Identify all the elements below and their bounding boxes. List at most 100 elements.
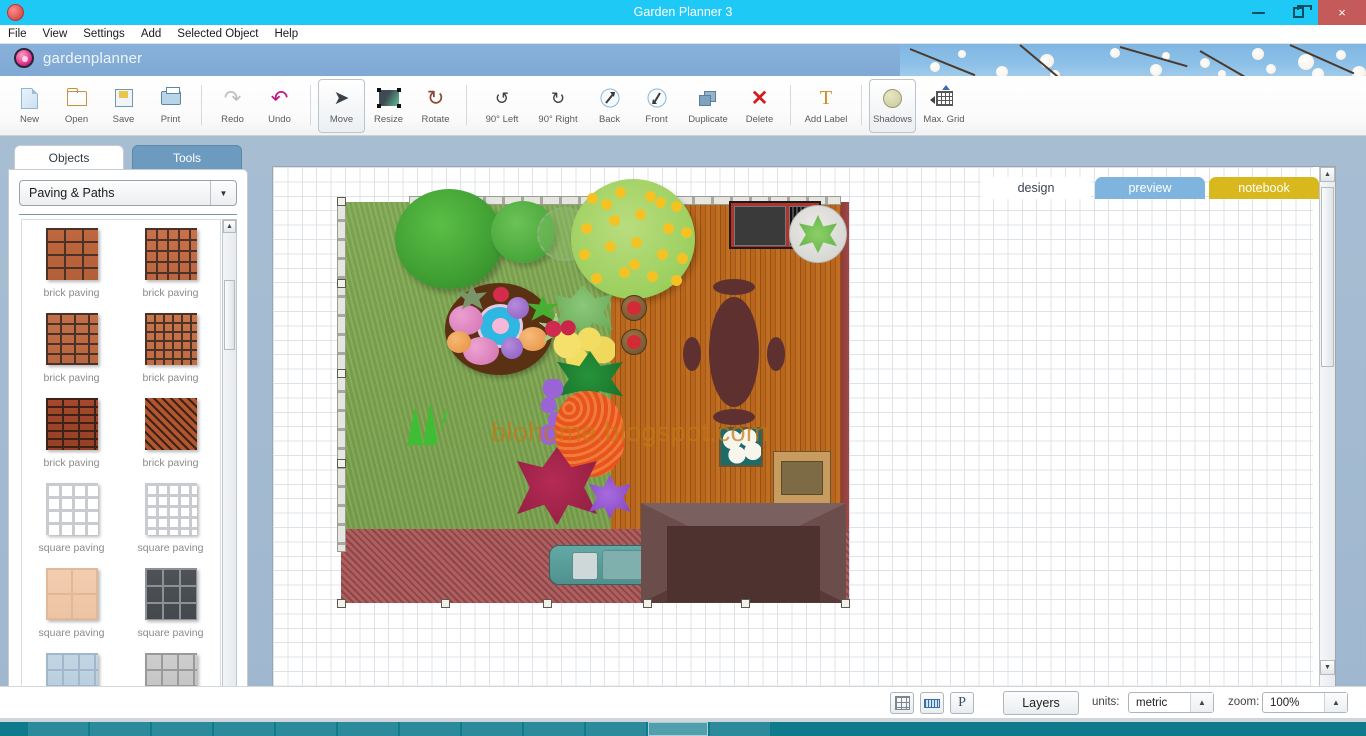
taskbar-item[interactable] (276, 722, 336, 736)
toolbar-button-redo[interactable]: ↷ Redo (209, 79, 256, 133)
tab-objects[interactable]: Objects (14, 145, 124, 169)
selection-handle[interactable] (643, 599, 652, 608)
taskbar-item[interactable] (524, 722, 584, 736)
canvas-scroll-down-button[interactable]: ▼ (1320, 660, 1335, 675)
grid-toggle-button[interactable] (890, 692, 914, 714)
selection-handle[interactable] (337, 279, 346, 288)
selection-handle[interactable] (337, 369, 346, 378)
object-item[interactable]: square paving (121, 568, 220, 639)
toolbar-button-print[interactable]: Print (147, 79, 194, 133)
units-select[interactable]: metric ▲ (1128, 692, 1214, 713)
menu-item-help[interactable]: Help (266, 25, 306, 44)
selection-handle[interactable] (543, 599, 552, 608)
taskbar-item[interactable] (214, 722, 274, 736)
taskbar-item[interactable] (648, 722, 708, 736)
flower-cluster-purple-a[interactable] (507, 297, 529, 319)
taskbar-item[interactable] (710, 722, 770, 736)
object-item[interactable]: brick paving (22, 228, 121, 299)
taskbar-item[interactable] (90, 722, 150, 736)
selection-handle[interactable] (441, 599, 450, 608)
redo-arrow-icon: ↷ (223, 86, 242, 110)
garden-plan-canvas[interactable]: blohome.blogspot.com (273, 167, 1313, 691)
menu-item-view[interactable]: View (35, 25, 76, 44)
toolbar-button-rotate[interactable]: ↻ Rotate (412, 79, 459, 133)
toolbar-button-undo[interactable]: ↶ Undo (256, 79, 303, 133)
flower-cluster-purple-b[interactable] (501, 337, 523, 359)
chair-top[interactable] (713, 279, 755, 295)
taskbar-item[interactable] (462, 722, 522, 736)
canvas-scroll-thumb[interactable] (1321, 187, 1334, 367)
maximize-button[interactable] (1278, 0, 1318, 25)
tree-yellow-flowering[interactable] (571, 179, 695, 299)
menu-item-selected-object[interactable]: Selected Object (169, 25, 266, 44)
garden-shed[interactable] (641, 503, 846, 603)
object-item-label: brick paving (43, 287, 100, 299)
selection-handle[interactable] (841, 599, 850, 608)
zoom-select[interactable]: 100% ▲ (1262, 692, 1348, 713)
scroll-up-button[interactable]: ▲ (223, 220, 236, 233)
rotate-arrows-icon: ↻ (426, 86, 445, 110)
brand-name: gardenplanner (43, 49, 143, 67)
oval-table[interactable] (709, 297, 759, 407)
object-list-scrollbar[interactable]: ▲ ▼ (222, 219, 237, 704)
flower-cluster-orange-a[interactable] (447, 331, 471, 353)
object-item[interactable]: brick paving (121, 313, 220, 384)
toolbar-button-move[interactable]: ➤ Move (318, 79, 365, 133)
toolbar-button-delete[interactable]: ✕ Delete (736, 79, 783, 133)
toolbar-button-shadows[interactable]: Shadows (869, 79, 916, 133)
flower-cluster-pink-a[interactable] (449, 305, 483, 335)
menu-item-file[interactable]: File (0, 25, 35, 44)
toolbar-button-back[interactable]: Back (586, 79, 633, 133)
tab-tools[interactable]: Tools (132, 145, 242, 169)
category-select[interactable]: Paving & Paths ▼ (19, 180, 237, 206)
chair-bottom[interactable] (713, 409, 755, 425)
toolbar-button-90-left[interactable]: ↺ 90° Left (474, 79, 530, 133)
plant-list-toggle-button[interactable]: P (950, 692, 974, 714)
toolbar-button-new[interactable]: New (6, 79, 53, 133)
flower-red-accents[interactable] (543, 319, 577, 341)
toolbar-button-save[interactable]: Save (100, 79, 147, 133)
object-item[interactable]: brick paving (121, 398, 220, 469)
toolbar-button-add-label[interactable]: T Add Label (798, 79, 854, 133)
ruler-toggle-button[interactable] (920, 692, 944, 714)
layers-button[interactable]: Layers (1003, 691, 1079, 715)
scroll-thumb[interactable] (224, 280, 235, 350)
units-spinner-icon[interactable]: ▲ (1190, 693, 1213, 712)
toolbar-button-90-right[interactable]: ↻ 90° Right (530, 79, 586, 133)
toolbar-button-duplicate[interactable]: Duplicate (680, 79, 736, 133)
taskbar-item[interactable] (400, 722, 460, 736)
taskbar-item[interactable] (152, 722, 212, 736)
chair-left[interactable] (683, 337, 701, 371)
zoom-spinner-icon[interactable]: ▲ (1324, 693, 1347, 712)
object-item[interactable]: square paving (22, 483, 121, 554)
menu-item-settings[interactable]: Settings (75, 25, 133, 44)
blossom-icon (1150, 64, 1162, 76)
selection-handle[interactable] (741, 599, 750, 608)
toolbar-button-front[interactable]: Front (633, 79, 680, 133)
selection-handle[interactable] (337, 197, 346, 206)
minimize-button[interactable] (1238, 0, 1278, 25)
selection-handle[interactable] (337, 599, 346, 608)
canvas-vertical-scrollbar[interactable]: ▲ ▼ (1319, 167, 1335, 691)
object-item[interactable]: brick paving (22, 313, 121, 384)
tree-large-green[interactable] (395, 189, 503, 289)
taskbar-item[interactable] (28, 722, 88, 736)
object-item[interactable]: square paving (22, 568, 121, 639)
chair-right[interactable] (767, 337, 785, 371)
object-item[interactable]: brick paving (121, 228, 220, 299)
toolbar-button-resize[interactable]: Resize (365, 79, 412, 133)
flower-red-small[interactable] (493, 287, 509, 302)
taskbar-item[interactable] (586, 722, 646, 736)
tab-preview[interactable]: preview (1095, 177, 1205, 199)
close-button[interactable]: × (1318, 0, 1366, 25)
taskbar-item[interactable] (338, 722, 398, 736)
tab-notebook[interactable]: notebook (1209, 177, 1319, 199)
object-item[interactable]: brick paving (22, 398, 121, 469)
toolbar-button-open[interactable]: Open (53, 79, 100, 133)
toolbar-button-max-grid[interactable]: Max. Grid (916, 79, 972, 133)
chevron-down-icon[interactable]: ▼ (210, 181, 236, 205)
selection-handle[interactable] (337, 459, 346, 468)
menu-item-add[interactable]: Add (133, 25, 169, 44)
object-item[interactable]: square paving (121, 483, 220, 554)
tab-design[interactable]: design (981, 177, 1091, 199)
